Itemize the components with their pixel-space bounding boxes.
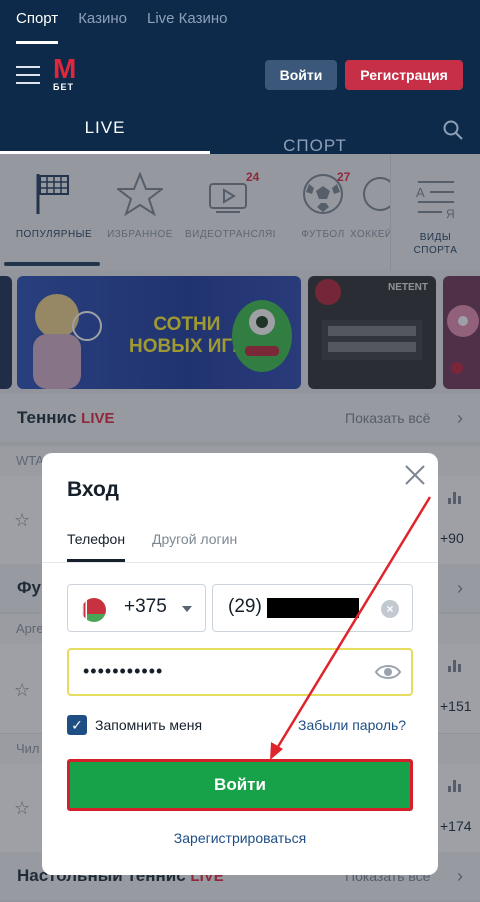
password-value: •••••••••••	[83, 661, 164, 681]
top-tab-sport[interactable]: Спорт	[16, 0, 59, 44]
country-code: +375	[124, 596, 167, 617]
login-method-tabs: Телефон Другой логин	[42, 525, 438, 563]
belarus-flag-icon	[82, 598, 106, 622]
tab-live[interactable]: LIVE	[0, 106, 210, 154]
register-link[interactable]: Зарегистрироваться	[42, 830, 438, 846]
country-code-select[interactable]: +375	[67, 584, 206, 632]
search-icon[interactable]	[443, 120, 463, 140]
header-login-button[interactable]: Войти	[265, 60, 337, 90]
phone-input[interactable]: (29) ×	[212, 584, 413, 632]
redacted-number	[267, 598, 359, 618]
tab-phone[interactable]: Телефон	[67, 531, 126, 562]
tab-other-login[interactable]: Другой логин	[152, 531, 237, 547]
logo-sub: БЕТ	[53, 82, 74, 92]
mode-tabs: LIVE СПОРТ	[0, 106, 480, 155]
modal-title: Вход	[67, 478, 119, 501]
header: M БЕТ Войти Регистрация	[0, 44, 480, 106]
checkbox-checked-icon[interactable]: ✓	[67, 715, 87, 735]
caret-down-icon	[182, 606, 192, 612]
close-icon[interactable]	[403, 463, 427, 487]
header-register-button[interactable]: Регистрация	[345, 60, 463, 90]
phone-prefix: (29)	[228, 596, 262, 617]
forgot-password-link[interactable]: Забыли пароль?	[298, 717, 406, 733]
top-tab-live-casino[interactable]: Live Казино	[147, 0, 227, 44]
top-tab-casino[interactable]: Казино	[78, 0, 127, 44]
login-submit-button[interactable]: Войти	[67, 759, 413, 811]
logo-letter: M	[53, 53, 77, 84]
show-password-icon[interactable]	[375, 663, 401, 681]
logo[interactable]: M БЕТ	[53, 53, 83, 93]
menu-icon[interactable]	[16, 66, 40, 84]
remember-me[interactable]: ✓ Запомнить меня	[67, 715, 267, 737]
top-nav: Спорт Казино Live Казино	[0, 0, 480, 44]
password-input[interactable]: •••••••••••	[67, 648, 413, 696]
login-modal: Вход Телефон Другой логин +375 (29) × ••…	[42, 453, 438, 875]
clear-input-icon[interactable]: ×	[381, 600, 399, 618]
remember-label: Запомнить меня	[95, 717, 203, 733]
